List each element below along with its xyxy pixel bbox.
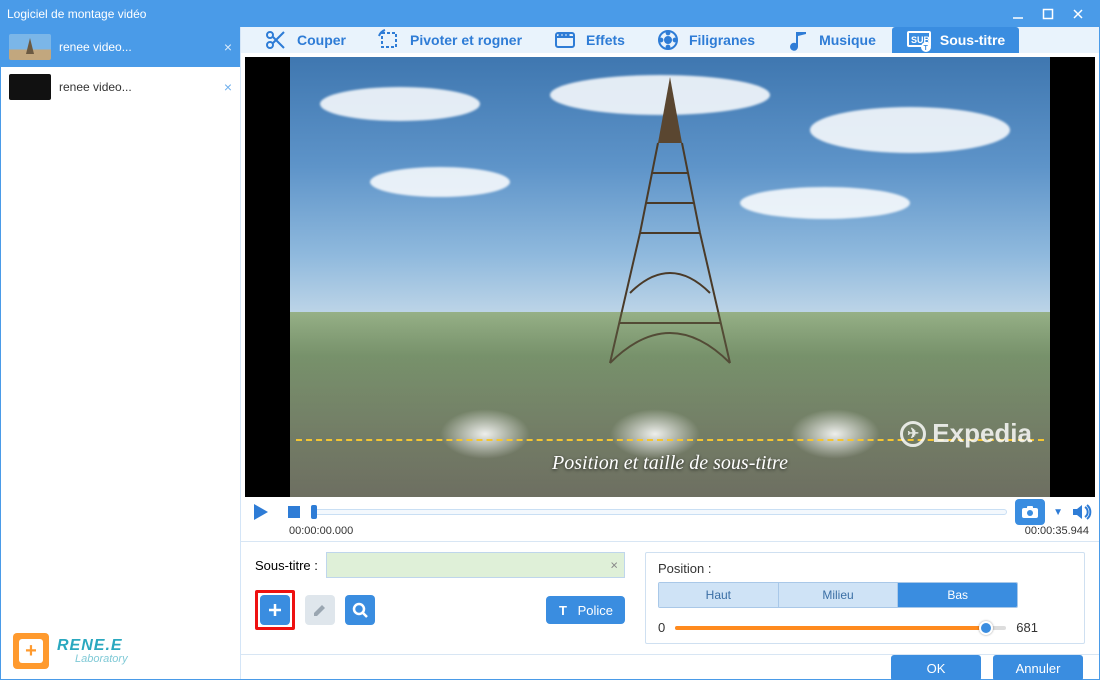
add-highlight — [255, 590, 295, 630]
clip-item[interactable]: renee video... × — [1, 67, 240, 107]
cancel-button[interactable]: Annuler — [993, 655, 1083, 680]
clip-thumbnail — [9, 34, 51, 60]
rotate-crop-icon — [376, 27, 402, 53]
current-time: 00:00:00.000 — [289, 525, 353, 537]
clip-item-active[interactable]: renee video... × — [1, 27, 240, 67]
titlebar: Logiciel de montage vidéo — [1, 1, 1099, 27]
tab-strip: Couper Pivoter et rogner Effets — [241, 27, 1099, 53]
effects-icon — [552, 27, 578, 53]
position-segmented: Haut Milieu Bas — [658, 582, 1018, 608]
watermark-icon — [655, 27, 681, 53]
tab-couper[interactable]: Couper — [249, 27, 360, 53]
play-button[interactable] — [247, 500, 275, 524]
total-time: 00:00:35.944 — [1025, 525, 1089, 537]
volume-button[interactable] — [1071, 501, 1093, 523]
ok-button[interactable]: OK — [891, 655, 981, 680]
tab-label: Filigranes — [689, 32, 755, 48]
subtitle-overlay-text: Position et taille de sous-titre — [552, 452, 788, 475]
add-subtitle-button[interactable] — [260, 595, 290, 625]
logo-text-2: Laboratory — [75, 654, 128, 665]
tab-soustitre[interactable]: SUBT Sous-titre — [892, 27, 1019, 53]
subtitle-input[interactable]: × — [326, 552, 625, 578]
close-icon[interactable]: × — [224, 79, 232, 95]
slider-max: 681 — [1016, 620, 1038, 635]
position-panel: Position : Haut Milieu Bas 0 681 — [645, 552, 1085, 644]
video-watermark: ✈ Expedia — [900, 418, 1032, 449]
maximize-button[interactable] — [1033, 4, 1063, 24]
search-subtitle-button[interactable] — [345, 595, 375, 625]
snapshot-button[interactable] — [1015, 499, 1045, 525]
tab-label: Effets — [586, 32, 625, 48]
tab-effets[interactable]: Effets — [538, 27, 639, 53]
position-slider[interactable] — [675, 626, 1006, 630]
music-icon — [785, 27, 811, 53]
logo-icon — [13, 633, 49, 669]
tab-label: Sous-titre — [940, 32, 1005, 48]
tab-filigranes[interactable]: Filigranes — [641, 27, 769, 53]
sidebar: renee video... × renee video... × RENE.E… — [1, 27, 241, 679]
clip-thumbnail — [9, 74, 51, 100]
position-option-haut[interactable]: Haut — [659, 583, 778, 607]
window-title: Logiciel de montage vidéo — [7, 7, 1003, 21]
watermark-text: Expedia — [932, 418, 1032, 449]
tab-label: Musique — [819, 32, 876, 48]
subtitle-panel: Sous-titre : × — [241, 541, 1099, 654]
brand-logo: RENE.E Laboratory — [1, 623, 240, 679]
logo-text-1: RENE.E — [57, 638, 128, 654]
clip-label: renee video... — [59, 80, 132, 94]
tab-musique[interactable]: Musique — [771, 27, 890, 53]
tab-pivoter[interactable]: Pivoter et rogner — [362, 27, 536, 53]
position-option-bas[interactable]: Bas — [897, 583, 1017, 607]
subtitle-label: Sous-titre : — [255, 558, 318, 573]
video-preview[interactable]: ✈ Expedia Position et taille de sous-tit… — [245, 57, 1095, 497]
scissors-icon — [263, 27, 289, 53]
minimize-button[interactable] — [1003, 4, 1033, 24]
stop-button[interactable] — [283, 501, 305, 523]
tab-label: Couper — [297, 32, 346, 48]
position-option-milieu[interactable]: Milieu — [778, 583, 898, 607]
slider-min: 0 — [658, 620, 665, 635]
subtitle-icon: SUBT — [906, 27, 932, 53]
svg-text:T: T — [923, 45, 928, 52]
footer: OK Annuler — [241, 654, 1099, 680]
chevron-down-icon[interactable]: ▼ — [1053, 507, 1063, 518]
font-button-label: Police — [578, 603, 613, 618]
clear-input-icon[interactable]: × — [610, 558, 618, 573]
edit-subtitle-button[interactable] — [305, 595, 335, 625]
playback-controls: ▼ — [241, 497, 1099, 525]
font-button[interactable]: T Police — [546, 596, 625, 624]
tab-label: Pivoter et rogner — [410, 32, 522, 48]
seek-bar[interactable] — [313, 509, 1007, 515]
close-button[interactable] — [1063, 4, 1093, 24]
close-icon[interactable]: × — [224, 39, 232, 55]
clip-label: renee video... — [59, 40, 132, 54]
position-label: Position : — [658, 561, 1072, 576]
svg-text:T: T — [559, 603, 567, 617]
